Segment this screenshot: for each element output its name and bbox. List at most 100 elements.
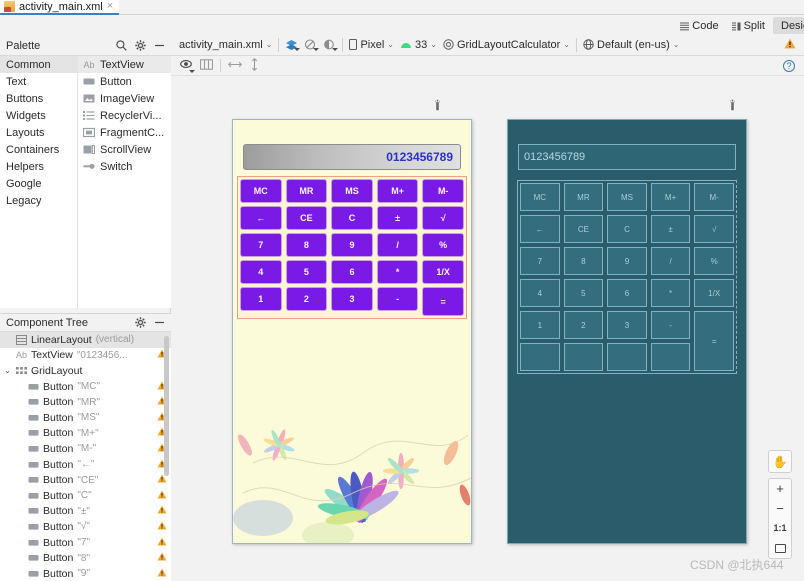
tab-split[interactable]: Split: [727, 17, 770, 35]
calc-button-ce[interactable]: CE: [286, 207, 327, 229]
warning-icon[interactable]: [157, 505, 167, 517]
blueprint-button-ce[interactable]: CE: [563, 215, 604, 243]
calculator-display[interactable]: 0123456789: [243, 144, 461, 170]
calc-button-8[interactable]: 8: [286, 234, 327, 256]
blueprint-button-percent[interactable]: %: [694, 247, 734, 275]
calc-button-6[interactable]: 6: [332, 261, 372, 283]
calc-button-divide[interactable]: /: [377, 234, 418, 256]
warning-icon[interactable]: [157, 552, 167, 564]
blueprint-button-1[interactable]: 1: [520, 311, 560, 339]
tree-row-button[interactable]: Button "←": [0, 457, 171, 473]
gridlayout-container[interactable]: MC MR MS M+ M- ← CE C ± √ 7 8 9 / % 4 5 …: [237, 176, 467, 319]
eye-icon[interactable]: [180, 59, 195, 73]
search-icon[interactable]: [116, 40, 127, 51]
calc-button-ms[interactable]: MS: [332, 180, 372, 202]
palette-category-layouts[interactable]: Layouts: [0, 124, 77, 141]
tree-row-button[interactable]: Button "C": [0, 488, 171, 504]
palette-item-fragmentcontainer[interactable]: FragmentC...: [78, 124, 171, 141]
palette-item-scrollview[interactable]: ScrollView: [78, 141, 171, 158]
palette-category-buttons[interactable]: Buttons: [0, 90, 77, 107]
zoom-out-button[interactable]: −: [768, 499, 792, 519]
calc-button-sqrt[interactable]: √: [423, 207, 463, 229]
blueprint-button-multiply[interactable]: *: [650, 279, 691, 307]
api-selector[interactable]: 33 ⌄: [400, 39, 437, 51]
calc-button-5[interactable]: 5: [286, 261, 327, 283]
palette-category-legacy[interactable]: Legacy: [0, 192, 77, 209]
device-preview-design[interactable]: 0123456789 MC MR MS M+ M- ← CE C ± √ 7 8…: [232, 119, 472, 544]
blueprint-button-mminus[interactable]: M-: [694, 183, 734, 211]
calc-button-9[interactable]: 9: [332, 234, 372, 256]
palette-item-recyclerview[interactable]: RecyclerVi...: [78, 107, 171, 124]
blueprint-button-minus[interactable]: -: [650, 311, 691, 339]
tree-row-linearlayout[interactable]: LinearLayout (vertical): [0, 332, 171, 348]
blueprint-button-mc[interactable]: MC: [520, 183, 560, 211]
design-surface[interactable]: ? 0123456789 MC MR MS M+ M- ← CE C ± √ 7…: [171, 56, 804, 581]
tree-row-textview[interactable]: Ab TextView "0123456...: [0, 348, 171, 364]
wrench-icon[interactable]: [433, 99, 442, 111]
theme-selector[interactable]: GridLayoutCalculator ⌄: [443, 39, 570, 51]
calc-button-percent[interactable]: %: [423, 234, 463, 256]
palette-category-google[interactable]: Google: [0, 175, 77, 192]
palette-item-switch[interactable]: Switch: [78, 158, 171, 175]
blueprint-button-equals[interactable]: =: [694, 311, 734, 371]
blueprint-button-plusminus[interactable]: ±: [650, 215, 691, 243]
calc-button-mminus[interactable]: M-: [423, 180, 463, 202]
gear-icon[interactable]: [135, 317, 146, 328]
warning-icon[interactable]: [784, 38, 796, 52]
device-selector[interactable]: Pixel ⌄: [349, 39, 394, 51]
calc-button-4[interactable]: 4: [241, 261, 281, 283]
blueprint-button-divide[interactable]: /: [650, 247, 691, 275]
blueprint-button-4[interactable]: 4: [520, 279, 560, 307]
tree-row-button[interactable]: Button "±": [0, 504, 171, 520]
calc-button-7[interactable]: 7: [241, 234, 281, 256]
blueprint-button-sqrt[interactable]: √: [694, 215, 734, 243]
blueprint-display[interactable]: 0123456789: [518, 144, 736, 170]
tree-row-button[interactable]: Button "7": [0, 535, 171, 551]
blueprint-button-c[interactable]: C: [607, 215, 647, 243]
blueprint-button-3[interactable]: 3: [607, 311, 647, 339]
actual-size-button[interactable]: 1:1: [768, 519, 792, 539]
palette-item-textview[interactable]: Ab TextView: [78, 56, 171, 73]
calc-button-3[interactable]: 3: [332, 288, 372, 310]
horizontal-arrow-icon[interactable]: [228, 59, 242, 73]
calc-button-backspace[interactable]: ←: [241, 207, 281, 229]
tree-row-button[interactable]: Button "MR": [0, 394, 171, 410]
calc-button-plusminus[interactable]: ±: [377, 207, 418, 229]
blueprint-button-2[interactable]: 2: [563, 311, 604, 339]
night-mode-icon[interactable]: [323, 39, 339, 51]
palette-item-button[interactable]: Button: [78, 73, 171, 90]
palette-category-helpers[interactable]: Helpers: [0, 158, 77, 175]
minimize-icon[interactable]: [154, 317, 165, 328]
tree-scrollbar[interactable]: [164, 336, 169, 476]
calc-button-equals[interactable]: =: [423, 288, 463, 315]
pan-tool-button[interactable]: ✋: [768, 450, 792, 473]
editor-tab-activity-main[interactable]: activity_main.xml ×: [0, 0, 120, 15]
calc-button-minus[interactable]: -: [377, 288, 418, 310]
palette-category-widgets[interactable]: Widgets: [0, 107, 77, 124]
tree-row-button[interactable]: Button "8": [0, 550, 171, 566]
calc-button-mr[interactable]: MR: [286, 180, 327, 202]
blueprint-button-9[interactable]: 9: [607, 247, 647, 275]
wrench-icon[interactable]: [728, 99, 737, 111]
blueprint-button-6[interactable]: 6: [607, 279, 647, 307]
blueprint-button-reciprocal[interactable]: 1/X: [694, 279, 734, 307]
columns-icon[interactable]: [199, 58, 214, 73]
blueprint-button-7[interactable]: 7: [520, 247, 560, 275]
minimize-icon[interactable]: [154, 40, 165, 51]
tree-row-button[interactable]: Button "MS": [0, 410, 171, 426]
tree-row-button[interactable]: Button "MC": [0, 379, 171, 395]
file-selector[interactable]: activity_main.xml ⌄: [179, 39, 272, 51]
blueprint-button-8[interactable]: 8: [563, 247, 604, 275]
no-preview-icon[interactable]: [304, 38, 320, 51]
blueprint-button-ms[interactable]: MS: [607, 183, 647, 211]
gear-icon[interactable]: [135, 40, 146, 51]
tab-design[interactable]: Design: [773, 17, 804, 35]
calc-button-mplus[interactable]: M+: [377, 180, 418, 202]
tree-row-button[interactable]: Button "M+": [0, 426, 171, 442]
close-icon[interactable]: ×: [107, 1, 113, 12]
palette-item-imageview[interactable]: ImageView: [78, 90, 171, 107]
palette-category-common[interactable]: Common: [0, 56, 77, 73]
tree-expander[interactable]: ⌄: [3, 366, 12, 375]
warning-icon[interactable]: [157, 568, 167, 580]
tree-row-button[interactable]: Button "M-": [0, 441, 171, 457]
